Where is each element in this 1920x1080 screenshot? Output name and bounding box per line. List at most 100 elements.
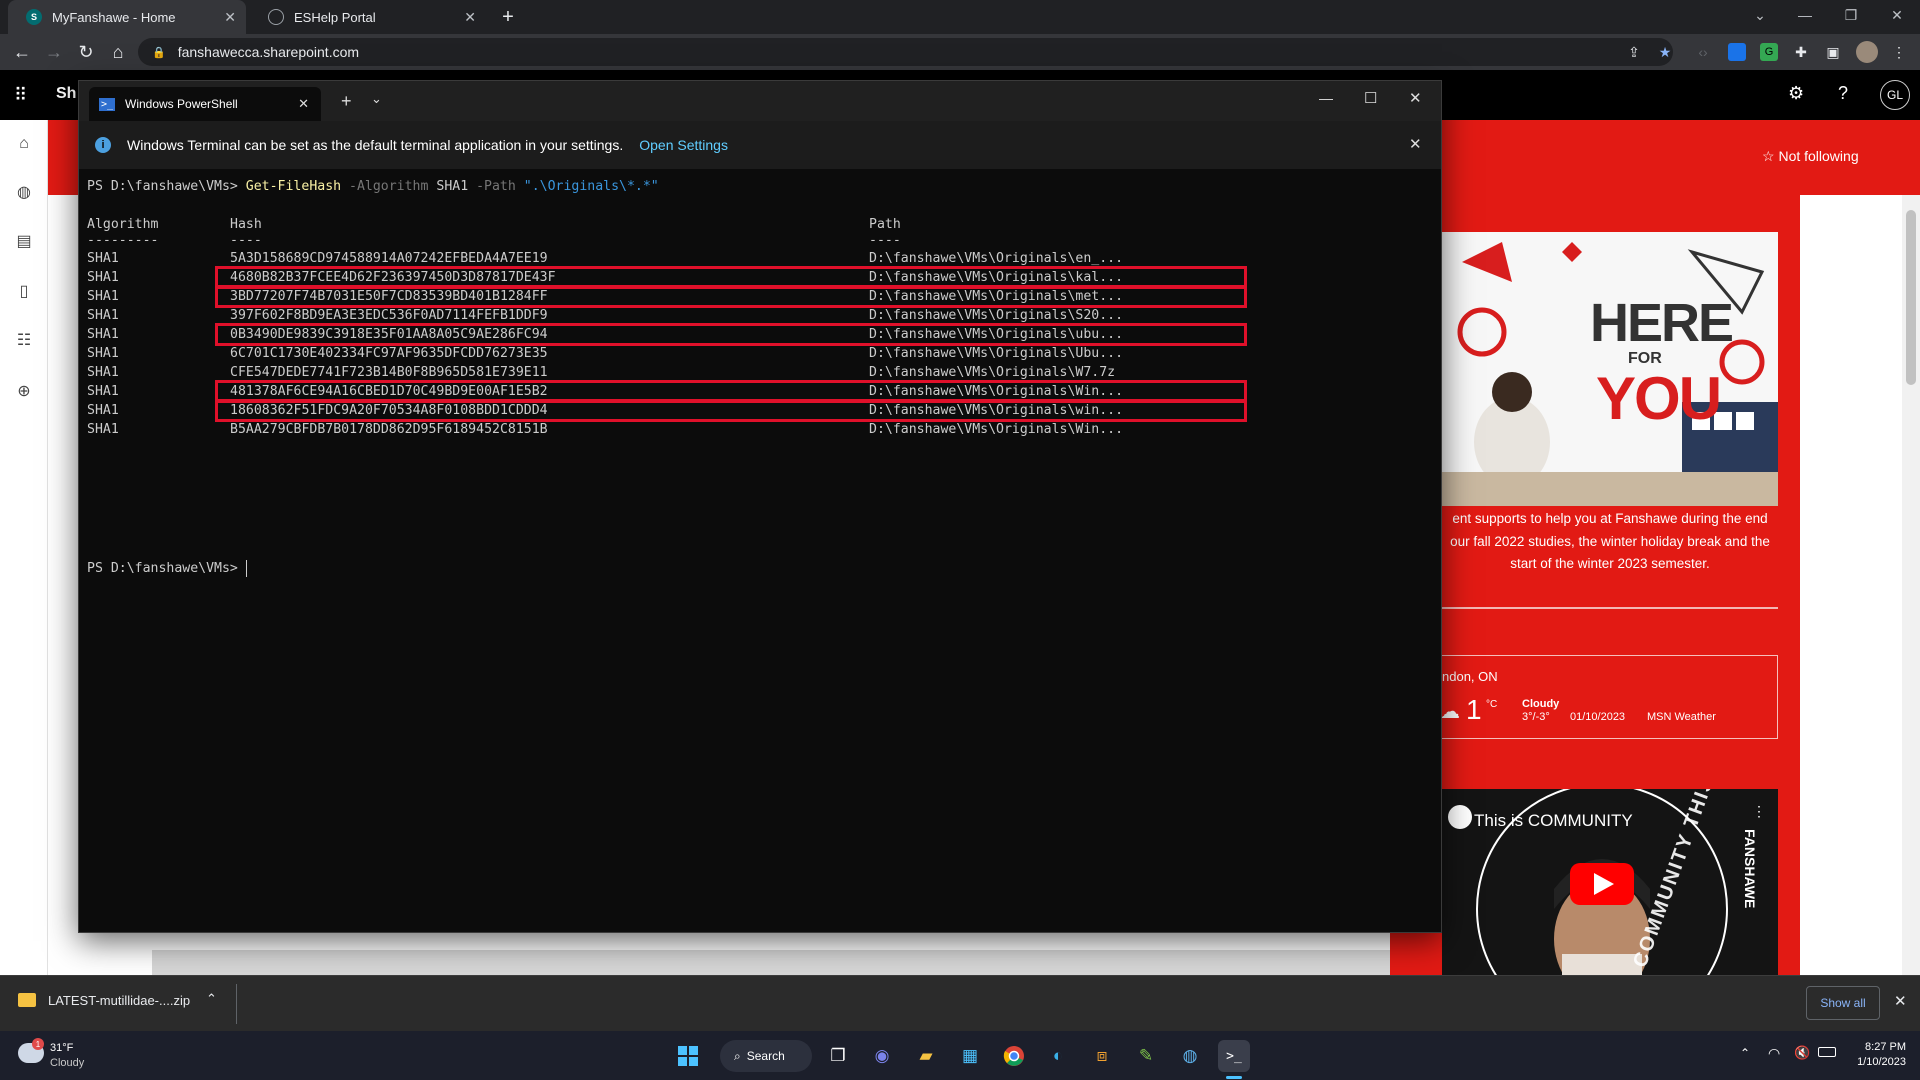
weather-temp[interactable]: 31°F	[50, 1042, 73, 1054]
extension-g-icon[interactable]: G	[1760, 43, 1778, 61]
notepad-plus-icon[interactable]: ✎	[1130, 1040, 1162, 1072]
add-circle-icon[interactable]: ⊕	[13, 380, 35, 402]
forward-button[interactable]: →	[40, 34, 68, 70]
close-icon[interactable]: ✕	[224, 9, 236, 26]
weather-condition[interactable]: Cloudy	[50, 1057, 84, 1069]
cell-algorithm: SHA1	[87, 384, 119, 399]
terminal-taskbar-icon[interactable]: >_	[1218, 1040, 1250, 1072]
close-icon[interactable]: ✕	[1409, 135, 1422, 153]
globe-icon[interactable]: ◍	[13, 181, 35, 203]
cell-algorithm: SHA1	[87, 422, 119, 437]
info-message: Windows Terminal can be set as the defau…	[127, 137, 624, 153]
show-all-button[interactable]: Show all	[1806, 986, 1880, 1020]
battery-icon[interactable]	[1818, 1047, 1836, 1057]
community-video[interactable]: This is COMMUNITY ⋮ FANSHAWE THIS IS COM…	[1442, 789, 1778, 975]
back-button[interactable]: ←	[8, 34, 36, 70]
help-icon[interactable]: ?	[1838, 83, 1848, 104]
chevron-down-icon[interactable]: ⌄	[371, 91, 382, 107]
avatar[interactable]: GL	[1880, 80, 1910, 110]
file-explorer-icon[interactable]: ▰	[910, 1040, 942, 1072]
weather-card[interactable]	[1432, 655, 1778, 739]
close-icon[interactable]: ✕	[1894, 992, 1907, 1010]
cell-algorithm: SHA1	[87, 346, 119, 361]
profile-avatar[interactable]	[1856, 41, 1878, 63]
close-icon[interactable]: ✕	[464, 9, 476, 26]
close-terminal-button[interactable]: ✕	[1409, 89, 1422, 107]
site-brand[interactable]: Sh	[56, 85, 76, 103]
chevron-up-icon[interactable]: ⌃	[1740, 1046, 1750, 1060]
windows-terminal-window[interactable]: >_ Windows PowerShell ✕ + ⌄ — ☐ ✕ i Wind…	[78, 80, 1442, 933]
maximize-button[interactable]: ☐	[1364, 89, 1377, 107]
extension-cloud-icon[interactable]	[1728, 43, 1746, 61]
close-icon[interactable]: ✕	[298, 96, 309, 112]
news-icon[interactable]: ▤	[13, 230, 35, 252]
weather-source: MSN Weather	[1647, 711, 1716, 723]
search-icon: ⌕	[734, 1048, 741, 1063]
clock-date[interactable]: 1/10/2023	[1846, 1056, 1906, 1068]
tab-windows-powershell[interactable]: >_ Windows PowerShell ✕	[89, 87, 321, 121]
globe-icon	[268, 9, 284, 25]
chevron-up-icon[interactable]: ⌃	[206, 991, 217, 1007]
close-window-button[interactable]: ✕	[1874, 0, 1920, 30]
side-panel-icon[interactable]: ▣	[1824, 43, 1842, 61]
tab-myfanshawe[interactable]: S MyFanshawe - Home ✕	[8, 0, 246, 34]
share-icon[interactable]: ⇪	[1625, 43, 1643, 61]
teams-chat-icon[interactable]: ◉	[866, 1040, 898, 1072]
cell-path: D:\fanshawe\VMs\Originals\Win...	[869, 422, 1124, 437]
console-output[interactable]: PS D:\fanshawe\VMs> Get-FileHash -Algori…	[79, 169, 1441, 932]
chrome-icon[interactable]	[998, 1040, 1030, 1072]
extensions-puzzle-icon[interactable]: ✚	[1792, 43, 1810, 61]
address-bar[interactable]: 🔒 fanshawecca.sharepoint.com	[138, 38, 1673, 66]
reload-button[interactable]: ↻	[72, 34, 100, 70]
terminal-titlebar[interactable]: >_ Windows PowerShell ✕ + ⌄ — ☐ ✕	[79, 81, 1441, 121]
start-button[interactable]	[672, 1040, 704, 1072]
prompt-line: PS D:\fanshawe\VMs>	[87, 559, 247, 577]
cell-hash: 6C701C1730E402334FC97AF9635DFCDD76273E35	[230, 346, 548, 361]
home-icon[interactable]: ⌂	[13, 133, 35, 155]
network-globe-icon[interactable]: ◍	[1174, 1040, 1206, 1072]
app-launcher-icon[interactable]: ⠿	[14, 85, 27, 106]
cell-algorithm: SHA1	[87, 365, 119, 380]
restore-button[interactable]: ❐	[1828, 0, 1874, 30]
weather-location: ndon, ON	[1442, 669, 1498, 684]
here-for-you-poster[interactable]: HERE FOR YOU	[1442, 232, 1778, 506]
wifi-icon[interactable]: ◠	[1768, 1045, 1780, 1062]
cell-algorithm: SHA1	[87, 403, 119, 418]
windows-logo-icon	[678, 1046, 698, 1066]
bookmark-star-icon[interactable]: ★	[1656, 43, 1674, 61]
divider	[236, 984, 237, 1024]
zip-folder-icon	[18, 993, 36, 1007]
powershell-icon: >_	[99, 97, 115, 111]
microsoft-store-icon[interactable]: ▦	[954, 1040, 986, 1072]
sharepoint-app-bar: ⌂ ◍ ▤ ▯ ☷ ⊕	[0, 120, 48, 975]
volume-muted-icon[interactable]: 🔇	[1794, 1045, 1810, 1061]
follow-button[interactable]: ☆ Not following	[1762, 148, 1859, 165]
new-terminal-tab-button[interactable]: +	[341, 91, 352, 112]
open-settings-link[interactable]: Open Settings	[639, 137, 728, 153]
minimize-button[interactable]: —	[1782, 0, 1828, 30]
weather-date: 01/10/2023	[1570, 711, 1626, 723]
default-terminal-infobar: i Windows Terminal can be set as the def…	[79, 121, 1441, 169]
download-item[interactable]: LATEST-mutillidae-....zip	[48, 993, 190, 1008]
more-options-icon[interactable]: ⋮	[1752, 803, 1766, 820]
task-view-icon[interactable]: ❐	[822, 1040, 854, 1072]
tab-search-chevron-icon[interactable]: ⌄	[1737, 0, 1783, 30]
tab-eshelp[interactable]: ESHelp Portal ✕	[250, 0, 486, 34]
kebab-menu-icon[interactable]: ⋮	[1890, 43, 1908, 61]
scrollbar-thumb[interactable]	[1906, 210, 1916, 385]
tab-title: ESHelp Portal	[294, 9, 376, 25]
settings-gear-icon[interactable]: ⚙	[1788, 83, 1804, 104]
star-outline-icon: ☆	[1762, 148, 1779, 164]
list-icon[interactable]: ☷	[13, 329, 35, 351]
search-box[interactable]: ⌕ Search	[720, 1040, 812, 1072]
document-icon[interactable]: ▯	[13, 280, 35, 302]
clock-time[interactable]: 8:27 PM	[1846, 1041, 1906, 1053]
new-tab-button[interactable]: +	[496, 5, 520, 29]
minimize-button[interactable]: —	[1319, 90, 1333, 106]
text-cursor	[245, 559, 247, 577]
edge-icon[interactable]: ◐	[1042, 1040, 1074, 1072]
virtualbox-icon[interactable]: ⧈	[1086, 1040, 1118, 1072]
home-button[interactable]: ⌂	[104, 34, 132, 70]
code-icon[interactable]: ‹›	[1694, 43, 1712, 61]
browser-toolbar: ← → ↻ ⌂ 🔒 fanshawecca.sharepoint.com ⇪ ★…	[0, 34, 1920, 70]
